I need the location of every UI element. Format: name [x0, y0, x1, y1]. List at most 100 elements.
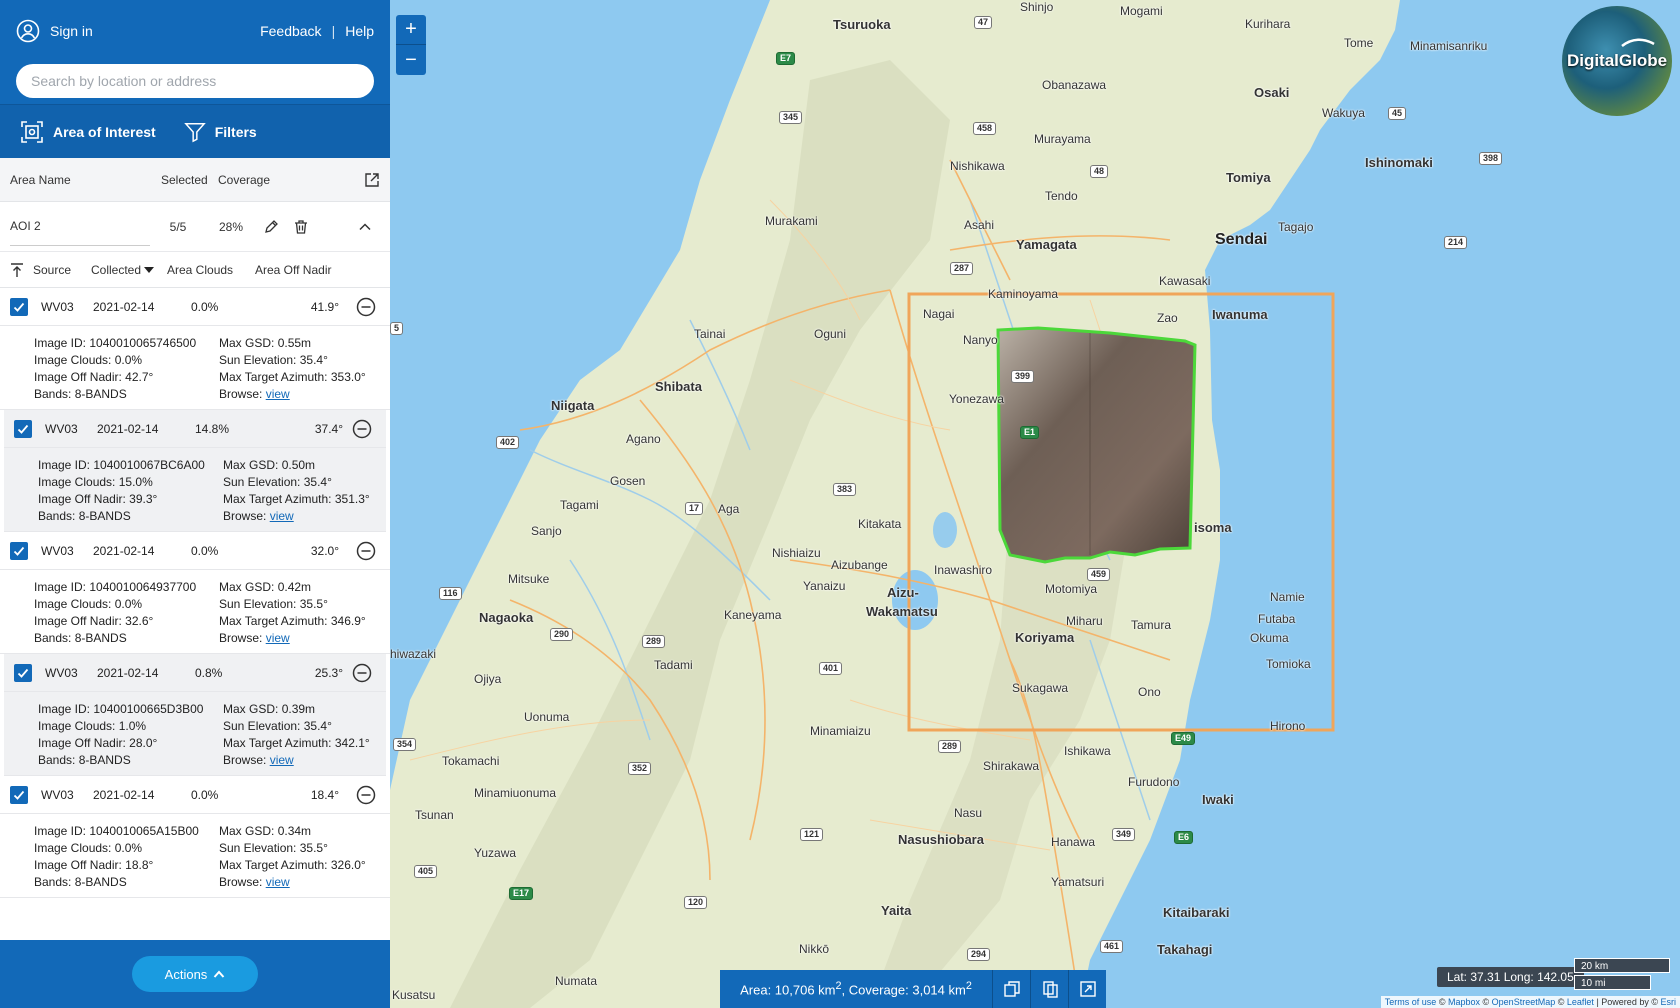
esri-link[interactable]: Esri — [1661, 997, 1677, 1007]
export-footprints-button[interactable] — [1068, 970, 1106, 1008]
image-checkbox[interactable] — [14, 419, 32, 438]
zoom-in-button[interactable]: + — [396, 15, 426, 45]
image-details: Image ID: 1040010065A15B00 Max GSD: 0.34… — [0, 814, 390, 898]
road-shield: 294 — [967, 948, 991, 961]
image-checkbox[interactable] — [10, 541, 28, 560]
table-row[interactable]: WV03 2021-02-14 0.0% 18.4° — [0, 776, 390, 814]
image-checkbox[interactable] — [10, 297, 28, 316]
image-checkbox[interactable] — [14, 663, 32, 682]
image-area-off-nadir: 37.4° — [314, 421, 343, 436]
place-label: Sendai — [1215, 231, 1268, 248]
place-label: Tomioka — [1266, 657, 1311, 671]
remove-image-button[interactable] — [352, 419, 372, 439]
road-shield: 290 — [550, 628, 574, 641]
sun-elevation: 35.4° — [303, 475, 332, 489]
actions-button[interactable]: Actions — [132, 956, 258, 992]
image-area-off-nadir: 25.3° — [314, 665, 343, 680]
place-label: Tagami — [560, 498, 599, 512]
check-icon — [13, 790, 25, 800]
minus-circle-icon — [356, 297, 376, 316]
place-label: Furudono — [1128, 775, 1180, 789]
table-row[interactable]: WV03 2021-02-14 14.8% 37.4° — [4, 410, 386, 448]
collected-label: Collected — [91, 262, 142, 277]
map-view[interactable]: Shinjo Mogami Kurihara Tsuruoka Tome Min… — [390, 0, 1680, 1008]
leaflet-link[interactable]: Leaflet — [1567, 997, 1594, 1007]
road-shield: 461 — [1100, 940, 1124, 953]
place-label: Kitakata — [858, 517, 902, 531]
search-input[interactable] — [31, 73, 359, 89]
help-link[interactable]: Help — [345, 23, 374, 39]
image-area-off-nadir: 32.0° — [310, 543, 339, 558]
sun-elevation-label: Sun Elevation: — [219, 841, 297, 855]
place-label: Futaba — [1258, 612, 1296, 626]
mapbox-link[interactable]: Mapbox — [1448, 997, 1480, 1007]
road-shield: 399 — [1011, 370, 1035, 383]
image-checkbox[interactable] — [10, 785, 28, 804]
area-off-nadir-column[interactable]: Area Off Nadir — [255, 263, 355, 277]
table-row[interactable]: WV03 2021-02-14 0.8% 25.3° — [4, 654, 386, 692]
place-label: Iwanuma — [1212, 307, 1268, 322]
feedback-link[interactable]: Feedback — [260, 23, 321, 39]
compare-footprints-button[interactable] — [1030, 970, 1068, 1008]
edit-aoi-button[interactable] — [256, 219, 286, 235]
browse-view-link[interactable]: view — [270, 509, 294, 523]
export-icon[interactable] — [364, 172, 380, 188]
remove-image-button[interactable] — [352, 663, 372, 683]
sort-top-icon[interactable] — [8, 261, 26, 279]
bands-label: Bands: — [34, 631, 72, 645]
copyright-symbol: © — [1438, 997, 1446, 1007]
table-row[interactable]: WV03 2021-02-14 0.0% 41.9° — [0, 288, 390, 326]
aoi-name[interactable]: AOI 2 — [10, 219, 150, 246]
filters-button[interactable]: Filters — [183, 121, 257, 143]
collected-column[interactable]: Collected — [91, 263, 167, 277]
place-label: Tokamachi — [442, 754, 500, 768]
browse-view-link[interactable]: view — [266, 631, 290, 645]
image-off-nadir-label: Image Off Nadir: — [38, 492, 126, 506]
road-shield: E6 — [1174, 831, 1194, 844]
aoi-row[interactable]: AOI 2 5/5 28% — [0, 202, 390, 252]
remove-image-button[interactable] — [356, 297, 376, 317]
image-clouds-label: Image Clouds: — [34, 841, 112, 855]
copyright-symbol: © — [1557, 997, 1565, 1007]
remove-image-button[interactable] — [356, 785, 376, 805]
road-shield: 354 — [393, 738, 417, 751]
browse-view-link[interactable]: view — [266, 875, 290, 889]
area-of-interest-button[interactable]: Area of Interest — [20, 120, 156, 144]
image-clouds-label: Image Clouds: — [34, 353, 112, 367]
collapse-aoi-button[interactable] — [350, 220, 380, 234]
check-icon — [17, 424, 29, 434]
delete-aoi-button[interactable] — [286, 219, 316, 235]
place-label: Ishikawa — [1064, 744, 1111, 758]
image-id: 10400100665D3B00 — [93, 702, 204, 716]
road-shield: E17 — [509, 887, 534, 900]
browse-label: Browse: — [223, 509, 267, 523]
selected-column: Selected — [161, 172, 208, 187]
filters-label: Filters — [214, 123, 257, 140]
place-label: Nasu — [954, 806, 983, 820]
terms-of-use-link[interactable]: Terms of use — [1385, 997, 1437, 1007]
bands-label: Bands: — [38, 509, 76, 523]
table-row[interactable]: WV03 2021-02-14 0.0% 32.0° — [0, 532, 390, 570]
browse-view-link[interactable]: view — [266, 387, 290, 401]
image-list: WV03 2021-02-14 0.0% 41.9° Image ID: 104… — [0, 288, 390, 940]
browse-view-link[interactable]: view — [270, 753, 294, 767]
image-off-nadir-label: Image Off Nadir: — [34, 370, 122, 384]
place-label: Kaneyama — [724, 608, 782, 622]
sidebar: Sign in Feedback | Help Area of Interest… — [0, 0, 390, 1008]
place-label: Sukagawa — [1012, 681, 1069, 695]
area-clouds-column[interactable]: Area Clouds — [167, 263, 255, 277]
place-label: Nikkō — [799, 942, 830, 956]
source-column[interactable]: Source — [33, 263, 91, 277]
place-label: Okuma — [1250, 631, 1289, 645]
sign-in-button[interactable]: Sign in — [16, 19, 93, 43]
place-label: Nasushiobara — [898, 832, 984, 847]
image-off-nadir: 18.8° — [125, 858, 154, 872]
place-label: Hanawa — [1051, 835, 1096, 849]
osm-link[interactable]: OpenStreetMap — [1492, 997, 1556, 1007]
image-date: 2021-02-14 — [93, 543, 155, 558]
copy-footprints-button[interactable] — [992, 970, 1030, 1008]
area-table-header: Area Name Selected Coverage — [0, 158, 390, 202]
remove-image-button[interactable] — [356, 541, 376, 561]
image-off-nadir-label: Image Off Nadir: — [38, 736, 126, 750]
zoom-out-button[interactable]: − — [396, 45, 426, 75]
